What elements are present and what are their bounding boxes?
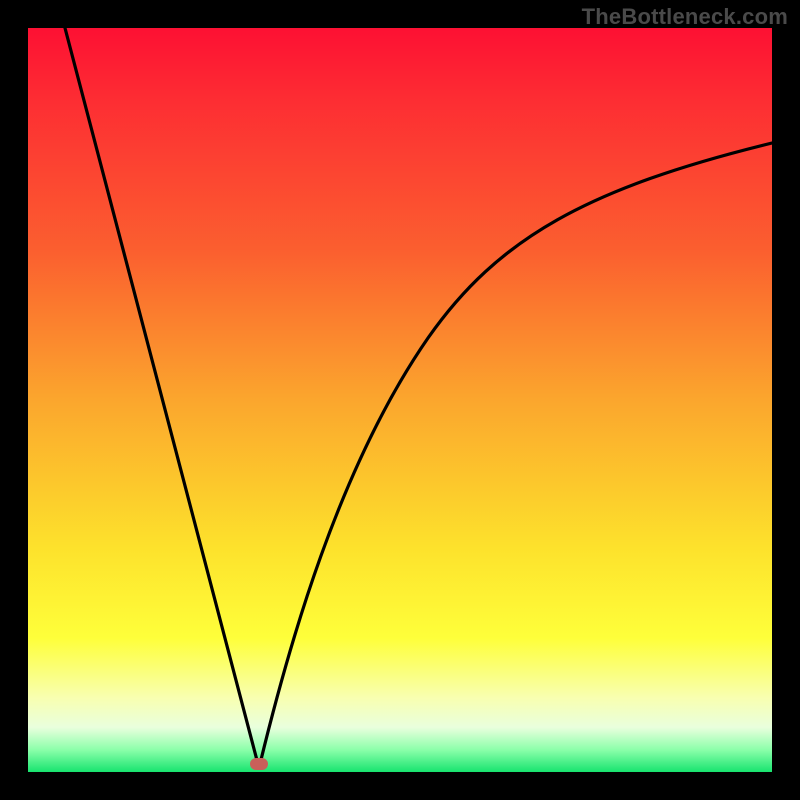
curve-right-branch [259,143,772,768]
plot-area [28,28,772,772]
watermark-text: TheBottleneck.com [582,4,788,30]
vertex-marker [250,758,268,770]
bottleneck-curve [28,28,772,772]
curve-left-branch [65,28,259,768]
chart-frame: TheBottleneck.com [0,0,800,800]
